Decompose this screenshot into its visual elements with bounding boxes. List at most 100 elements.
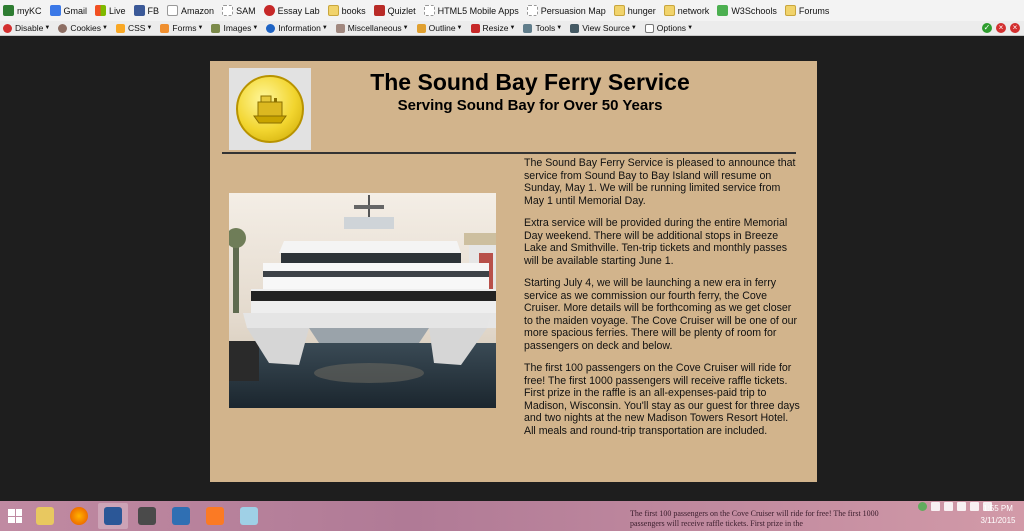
devbar-options-menu[interactable]: Options ▼	[644, 23, 694, 33]
header-divider	[222, 152, 796, 154]
bookmark-amazon[interactable]: Amazon	[167, 5, 214, 16]
xampp-icon	[206, 507, 224, 525]
devbar-disable-menu[interactable]: Disable ▼	[3, 23, 50, 33]
windows-icon	[95, 5, 107, 16]
info-icon	[266, 23, 276, 33]
devbar-information-menu[interactable]: Information ▼	[266, 23, 328, 33]
bookmark-hunger[interactable]: hunger	[613, 5, 656, 16]
article-paragraph: Extra service will be provided during th…	[524, 217, 788, 267]
page-subtitle: Serving Sound Bay for Over 50 Years	[397, 97, 663, 114]
devbar-resize-menu[interactable]: Resize ▼	[470, 23, 516, 33]
page-container: The Sound Bay Ferry Service Serving Soun…	[210, 61, 817, 482]
google-icon	[49, 5, 61, 16]
devbar-tools-menu[interactable]: Tools ▼	[523, 23, 562, 33]
outline-icon	[416, 23, 426, 33]
bookmark-gmail[interactable]: Gmail	[49, 5, 87, 16]
page-icon	[423, 5, 435, 16]
cookies-icon	[58, 23, 68, 33]
devbar-miscellaneous-menu[interactable]: Miscellaneous ▼	[335, 23, 409, 33]
folder-icon	[784, 5, 796, 16]
article-paragraph: The first 100 passengers on the Cove Cru…	[524, 362, 800, 437]
folder-icon	[36, 507, 54, 525]
article-body: The Sound Bay Ferry Service is pleased t…	[524, 157, 800, 447]
firefox-icon	[70, 507, 88, 525]
taskbar-virtualbox[interactable]	[166, 503, 196, 529]
folder-icon	[613, 5, 625, 16]
tools-icon	[523, 23, 533, 33]
start-button[interactable]	[0, 501, 30, 531]
dropdown-caret-icon: ▼	[197, 25, 204, 31]
devbar-status: ✓ × ×	[978, 23, 1020, 33]
js-error-icon[interactable]: ×	[1010, 23, 1020, 33]
bookmark-fb[interactable]: FB	[133, 5, 159, 16]
dropdown-caret-icon: ▼	[509, 25, 516, 31]
bookmark-live[interactable]: Live	[95, 5, 126, 16]
taskbar-xampp[interactable]	[200, 503, 230, 529]
article-paragraph: The Sound Bay Ferry Service is pleased t…	[524, 157, 796, 207]
resize-icon	[470, 23, 480, 33]
clock-time: 1:55 PM	[983, 504, 1013, 513]
dropdown-caret-icon: ▼	[687, 25, 694, 31]
bookmark-books[interactable]: books	[327, 5, 366, 16]
essay-lab-icon	[263, 5, 275, 16]
quizlet-icon	[373, 5, 385, 16]
flag-icon[interactable]	[931, 502, 940, 511]
facebook-icon	[133, 5, 145, 16]
word-icon	[104, 507, 122, 525]
bookmark-essay-lab[interactable]: Essay Lab	[263, 5, 320, 16]
taskbar-text-preview: The first 100 passengers on the Cove Cru…	[630, 509, 879, 528]
folder-icon	[327, 5, 339, 16]
misc-icon	[335, 23, 345, 33]
images-icon	[211, 23, 221, 33]
article-paragraph: Starting July 4, we will be launching a …	[524, 277, 798, 352]
devbar-view-source-menu[interactable]: View Source ▼	[570, 23, 637, 33]
bookmark-quizlet[interactable]: Quizlet	[373, 5, 416, 16]
bookmark-network[interactable]: network	[663, 5, 709, 16]
w3schools-icon	[717, 5, 729, 16]
taskbar-word[interactable]	[98, 503, 128, 529]
bookmark-mykc[interactable]: myKC	[3, 5, 42, 16]
bookmark-sam[interactable]: SAM	[222, 5, 256, 16]
ferry-photo	[229, 193, 496, 408]
clock-date: 3/11/2015	[980, 516, 1016, 525]
devbar-cookies-menu[interactable]: Cookies ▼	[58, 23, 108, 33]
taskbar-sublime[interactable]	[132, 503, 162, 529]
options-icon	[644, 23, 654, 33]
disable-icon	[3, 23, 12, 33]
windows-logo-icon	[8, 509, 22, 523]
amazon-icon	[167, 5, 179, 16]
web-developer-toolbar: Disable ▼ Cookies ▼ CSS ▼ Forms ▼ Images ▼ In…	[0, 21, 1024, 36]
checkmark-icon[interactable]: ✓	[982, 23, 992, 33]
dropdown-caret-icon: ▼	[102, 25, 108, 31]
devbar-images-menu[interactable]: Images ▼	[211, 23, 258, 33]
dropdown-caret-icon: ▼	[321, 25, 328, 31]
page-icon	[222, 5, 234, 16]
folder-icon	[663, 5, 675, 16]
devbar-css-menu[interactable]: CSS ▼	[115, 23, 153, 33]
dropdown-caret-icon: ▼	[556, 25, 563, 31]
dropdown-caret-icon: ▼	[456, 25, 463, 31]
tray-app-icon[interactable]	[918, 502, 927, 511]
page-title: The Sound Bay Ferry Service	[370, 69, 690, 95]
dropdown-caret-icon: ▼	[146, 25, 153, 31]
bookmark-html5-mobile-apps[interactable]: HTML5 Mobile Apps	[423, 5, 519, 16]
virtualbox-icon	[172, 507, 190, 525]
css-error-icon[interactable]: ×	[996, 23, 1006, 33]
sublime-text-icon	[138, 507, 156, 525]
dropdown-caret-icon: ▼	[252, 25, 259, 31]
taskbar-firefox[interactable]	[64, 503, 94, 529]
css-icon	[115, 23, 125, 33]
bookmark-persuasion-map[interactable]: Persuasion Map	[526, 5, 606, 16]
power-icon[interactable]	[957, 502, 966, 511]
devbar-forms-menu[interactable]: Forms ▼	[160, 23, 203, 33]
bookmark-forums[interactable]: Forums	[784, 5, 829, 16]
taskbar-file-explorer[interactable]	[30, 503, 60, 529]
bookmark-w3schools[interactable]: W3Schools	[717, 5, 777, 16]
taskbar-app[interactable]	[234, 503, 264, 529]
page-icon	[526, 5, 538, 16]
action-center-icon[interactable]	[944, 502, 953, 511]
devbar-outline-menu[interactable]: Outline ▼	[416, 23, 463, 33]
taskbar-clock[interactable]: 1:55 PM 3/11/2015	[978, 503, 1018, 527]
bookmarks-bar: myKC Gmail Live FB Amazon SAM Essay Lab …	[0, 0, 1024, 21]
kc-icon	[3, 5, 14, 16]
